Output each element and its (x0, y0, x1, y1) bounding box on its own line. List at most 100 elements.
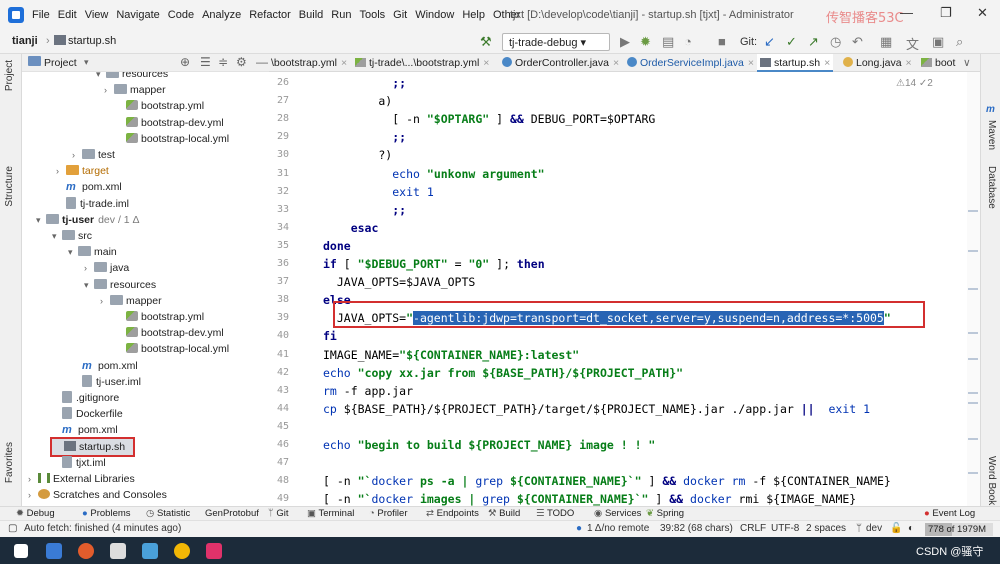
code-line[interactable]: fi (323, 327, 337, 345)
expand-all-icon[interactable]: ☰ (200, 55, 211, 69)
menu-tools[interactable]: Tools (359, 9, 385, 21)
tool-window-profiler[interactable]: ◔ Profiler (369, 507, 407, 521)
chevron-right-icon[interactable]: › (72, 147, 82, 163)
chevron-down-icon[interactable]: ▾ (84, 57, 89, 68)
tree-item[interactable]: ▾ src (52, 228, 92, 244)
locate-file-icon[interactable]: ⊕ (180, 55, 190, 69)
database-tool-tab[interactable]: Database (986, 166, 997, 209)
close-icon[interactable]: × (748, 57, 754, 69)
code-line[interactable]: JAVA_OPTS=$JAVA_OPTS (323, 273, 475, 291)
tool-window-todo[interactable]: ☰ TODO (536, 507, 574, 521)
indent-setting[interactable]: 2 spaces (806, 523, 846, 534)
tree-item[interactable]: ▾ resources (84, 277, 156, 293)
project-structure-icon[interactable]: ▦ (880, 34, 892, 50)
close-icon[interactable]: × (341, 57, 347, 69)
intellij-taskbar-icon[interactable] (206, 543, 222, 559)
typora-icon[interactable] (110, 543, 126, 559)
chevron-down-icon[interactable]: ▾ (36, 212, 46, 228)
tree-item[interactable]: › java (84, 260, 129, 276)
tree-item[interactable]: .gitignore (52, 390, 119, 406)
tab-startup-sh[interactable]: startup.sh × (757, 54, 834, 72)
tab-bootstrap-yml[interactable]: \bootstrap.yml × (271, 54, 347, 72)
tool-window-terminal[interactable]: ▣ Terminal (307, 507, 354, 521)
run-icon[interactable]: ▶ (620, 34, 630, 50)
menu-code[interactable]: Code (168, 9, 194, 21)
windows-start-icon[interactable] (14, 544, 28, 558)
menu-window[interactable]: Window (415, 9, 454, 21)
code-editor[interactable]: ;; a) [ -n "$OPTARG" ] && DEBUG_PORT=$OP… (317, 72, 967, 506)
tree-item[interactable]: tj-trade.iml (56, 196, 129, 212)
code-line[interactable]: rm -f app.jar (323, 382, 413, 400)
caret-position[interactable]: 39:82 (68 chars) (660, 523, 733, 534)
chrome-icon[interactable] (174, 543, 190, 559)
git-push-icon[interactable]: ↗ (808, 34, 819, 50)
tool-window-debug[interactable]: ✹ Debug (16, 507, 55, 521)
code-line[interactable]: a) (323, 92, 392, 110)
code-line[interactable]: ;; (323, 201, 406, 219)
office-icon[interactable] (78, 543, 94, 559)
minimize-button[interactable]: — (900, 5, 913, 20)
maximize-button[interactable]: ❐ (940, 5, 952, 21)
status-message[interactable]: Auto fetch: finished (4 minutes ago) (24, 523, 181, 534)
chevron-right-icon[interactable]: › (28, 487, 38, 503)
chevron-right-icon[interactable]: › (28, 471, 38, 487)
error-stripe[interactable] (967, 72, 980, 506)
tool-window-git[interactable]: ᛘ Git (268, 507, 288, 521)
chevron-right-icon[interactable]: › (56, 163, 66, 179)
close-icon[interactable]: × (906, 57, 912, 69)
debug-icon[interactable]: ✹ (640, 34, 651, 50)
chevron-down-icon[interactable]: ▾ (68, 244, 78, 260)
tab-order-service-impl[interactable]: OrderServiceImpl.java × (627, 54, 754, 72)
project-panel-title[interactable]: Project (44, 57, 77, 69)
structure-tool-tab[interactable]: Structure (4, 166, 15, 207)
tree-item[interactable]: › mapper (104, 82, 166, 98)
favorites-tool-tab[interactable]: Favorites (4, 442, 15, 483)
close-icon[interactable]: × (483, 57, 489, 69)
tool-window-build[interactable]: ⚒ Build (488, 507, 520, 521)
close-icon[interactable]: × (824, 57, 830, 69)
menu-run[interactable]: Run (331, 9, 351, 21)
git-commit-icon[interactable]: ✓ (786, 34, 797, 50)
memory-indicator[interactable]: 778 of 1979M (925, 523, 993, 536)
profile-icon[interactable]: ◔ (684, 34, 692, 49)
rollback-icon[interactable]: ↶ (852, 34, 863, 50)
close-window-button[interactable]: ✕ (977, 5, 988, 21)
lock-icon[interactable]: 🔓 (890, 523, 902, 534)
hammer-icon[interactable]: ⚒ (480, 34, 492, 50)
menu-git[interactable]: Git (393, 9, 407, 21)
code-line[interactable]: done (323, 237, 351, 255)
tree-item[interactable]: › mapper (100, 293, 162, 309)
window-layout-icon[interactable]: ▣ (932, 34, 944, 50)
tab-order-controller[interactable]: OrderController.java × (502, 54, 619, 72)
run-configuration-select[interactable]: tj-trade-debug ▾ (502, 33, 610, 51)
code-line[interactable]: ?) (323, 146, 392, 164)
tab-long-java[interactable]: Long.java × (843, 54, 912, 72)
tree-item[interactable]: › target (56, 163, 109, 179)
tool-window-problems[interactable]: ● Problems (82, 507, 131, 521)
tree-item[interactable]: › Scratches and Consoles (28, 487, 167, 503)
menu-refactor[interactable]: Refactor (249, 9, 291, 21)
close-icon[interactable]: × (613, 57, 619, 69)
gear-icon[interactable]: ⚙ (236, 55, 247, 69)
tab-boot[interactable]: boot (921, 54, 955, 72)
tree-item[interactable]: bootstrap.yml (116, 309, 204, 325)
tree-item[interactable]: tjxt.iml (52, 455, 106, 471)
chevron-down-icon[interactable]: ▾ (96, 72, 106, 82)
code-line[interactable]: [ -n "$OPTARG" ] && DEBUG_PORT=$OPTARG (323, 110, 655, 128)
git-branch[interactable]: dev (866, 523, 882, 534)
tab-trade-bootstrap-yml[interactable]: tj-trade\...\bootstrap.yml × (355, 54, 489, 72)
chevron-right-icon[interactable]: › (84, 260, 94, 276)
code-line[interactable]: if [ "$DEBUG_PORT" = "0" ]; then (323, 255, 545, 273)
tabs-overflow-chevron-icon[interactable]: ∨ (963, 54, 971, 72)
tree-item[interactable]: bootstrap-dev.yml (116, 115, 224, 131)
file-encoding[interactable]: UTF-8 (771, 523, 799, 534)
tree-item[interactable]: tj-user.iml (72, 374, 141, 390)
tree-item[interactable]: ▾ tj-user dev / 1 Δ (36, 212, 140, 228)
tool-window-spring[interactable]: ❦ Spring (646, 507, 684, 521)
code-line[interactable]: ;; (323, 128, 406, 146)
code-line[interactable]: esac (323, 219, 379, 237)
tool-window-statistic[interactable]: ◷ Statistic (146, 507, 190, 521)
menu-navigate[interactable]: Navigate (116, 9, 159, 21)
translate-icon[interactable]: 文 (906, 34, 919, 53)
vcs-status[interactable]: 1 Δ/no remote (587, 523, 649, 534)
